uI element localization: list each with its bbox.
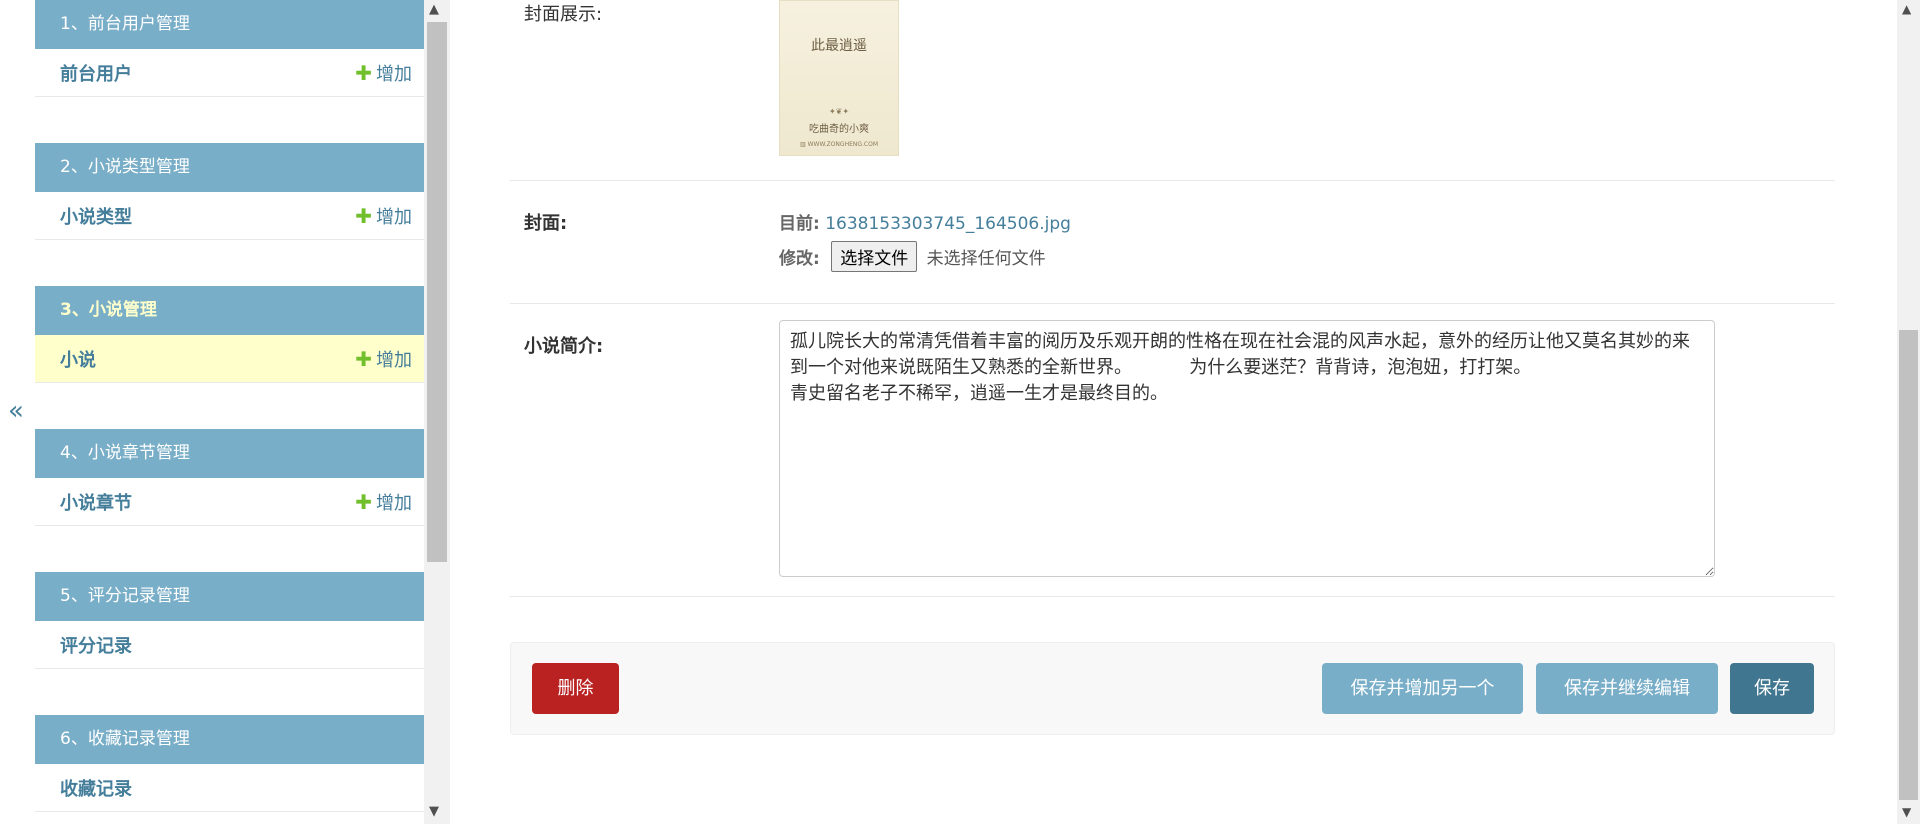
current-file-line: 目前: 1638153303745_164506.jpg [779, 209, 1071, 234]
module-novels: 3、小说管理 小说 ✚ 增加 [35, 286, 424, 383]
model-link-novel-types[interactable]: 小说类型 [60, 203, 132, 229]
add-link-users[interactable]: ✚ 增加 [355, 60, 412, 86]
add-label: 增加 [376, 206, 412, 228]
sidebar-scrollbar-thumb[interactable] [427, 22, 447, 562]
model-link-users[interactable]: 前台用户 [60, 60, 132, 86]
no-file-text: 未选择任何文件 [926, 249, 1046, 269]
cover-image-title: 此最逍遥 [811, 38, 867, 54]
module-ratings: 5、评分记录管理 评分记录 [35, 572, 424, 669]
plus-icon: ✚ [355, 203, 372, 228]
module-caption[interactable]: 4、小说章节管理 [35, 429, 424, 478]
add-link-novel-types[interactable]: ✚ 增加 [355, 203, 412, 229]
form-row-cover-display: 封面展示: 此最逍遥 ✦❦✦ 吃曲奇的小爽 ▥ WWW.ZONGHENG.COM [510, 0, 1835, 181]
module-users: 1、前台用户管理 前台用户 ✚ 增加 [35, 0, 424, 97]
sidebar: 1、前台用户管理 前台用户 ✚ 增加 2、小说类型管理 小说类型 ✚ 增加 3、小说… [35, 0, 424, 824]
module-chapters: 4、小说章节管理 小说章节 ✚ 增加 [35, 429, 424, 526]
save-button[interactable]: 保存 [1730, 663, 1814, 714]
save-continue-button[interactable]: 保存并继续编辑 [1536, 663, 1718, 714]
page-scrollbar-thumb[interactable] [1899, 330, 1918, 800]
scroll-down-arrow-icon[interactable]: ▼ [429, 804, 439, 819]
model-row-ratings: 评分记录 [35, 621, 424, 669]
description-label: 小说简介: [524, 336, 604, 357]
model-row-chapters: 小说章节 ✚ 增加 [35, 478, 424, 526]
cover-image: 此最逍遥 ✦❦✦ 吃曲奇的小爽 ▥ WWW.ZONGHENG.COM [779, 0, 899, 156]
current-label: 目前: [779, 214, 820, 234]
change-file-line: 修改: 选择文件 未选择任何文件 [779, 241, 1046, 272]
cover-label: 封面: [524, 213, 568, 234]
model-link-novels[interactable]: 小说 [60, 346, 96, 372]
model-link-ratings[interactable]: 评分记录 [60, 632, 132, 658]
add-label: 增加 [376, 349, 412, 371]
model-link-favorites[interactable]: 收藏记录 [60, 775, 132, 801]
model-row-favorites: 收藏记录 [35, 764, 424, 812]
scroll-up-arrow-icon[interactable]: ▲ [1902, 2, 1911, 16]
collapse-sidebar-button[interactable]: « [8, 396, 24, 426]
cover-image-ornament: ✦❦✦ [828, 107, 850, 116]
module-caption[interactable]: 5、评分记录管理 [35, 572, 424, 621]
cover-display-label: 封面展示: [524, 4, 603, 25]
scroll-down-arrow-icon[interactable]: ▼ [1902, 805, 1911, 819]
add-link-novels[interactable]: ✚ 增加 [355, 346, 412, 372]
module-caption[interactable]: 1、前台用户管理 [35, 0, 424, 49]
form-row-description: 小说简介: 孤儿院长大的常清凭借着丰富的阅历及乐观开朗的性格在现在社会混的风声水… [510, 304, 1835, 597]
model-link-chapters[interactable]: 小说章节 [60, 489, 132, 515]
submit-row: 删除 保存并增加另一个 保存并继续编辑 保存 [510, 642, 1835, 735]
model-row-novel-types: 小说类型 ✚ 增加 [35, 192, 424, 240]
plus-icon: ✚ [355, 60, 372, 85]
choose-file-button[interactable]: 选择文件 [831, 241, 918, 272]
module-caption[interactable]: 3、小说管理 [35, 286, 424, 335]
change-label: 修改: [779, 249, 820, 269]
plus-icon: ✚ [355, 489, 372, 514]
delete-button[interactable]: 删除 [532, 663, 619, 714]
cover-image-author: 吃曲奇的小爽 [809, 124, 869, 135]
module-caption[interactable]: 2、小说类型管理 [35, 143, 424, 192]
add-label: 增加 [376, 492, 412, 514]
model-row-novels: 小说 ✚ 增加 [35, 335, 424, 383]
save-add-another-button[interactable]: 保存并增加另一个 [1322, 663, 1523, 714]
form-row-cover: 封面: 目前: 1638153303745_164506.jpg 修改: 选择文… [510, 181, 1835, 304]
sidebar-toggle-area: « [0, 0, 35, 824]
description-textarea[interactable]: 孤儿院长大的常清凭借着丰富的阅历及乐观开朗的性格在现在社会混的风声水起，意外的经… [779, 320, 1715, 577]
add-link-chapters[interactable]: ✚ 增加 [355, 489, 412, 515]
model-row-users: 前台用户 ✚ 增加 [35, 49, 424, 97]
plus-icon: ✚ [355, 346, 372, 371]
scroll-up-arrow-icon[interactable]: ▲ [429, 2, 439, 17]
add-label: 增加 [376, 63, 412, 85]
module-favorites: 6、收藏记录管理 收藏记录 [35, 715, 424, 812]
current-file-link[interactable]: 1638153303745_164506.jpg [825, 214, 1071, 234]
module-caption[interactable]: 6、收藏记录管理 [35, 715, 424, 764]
cover-image-site: ▥ WWW.ZONGHENG.COM [800, 141, 878, 148]
module-novel-types: 2、小说类型管理 小说类型 ✚ 增加 [35, 143, 424, 240]
